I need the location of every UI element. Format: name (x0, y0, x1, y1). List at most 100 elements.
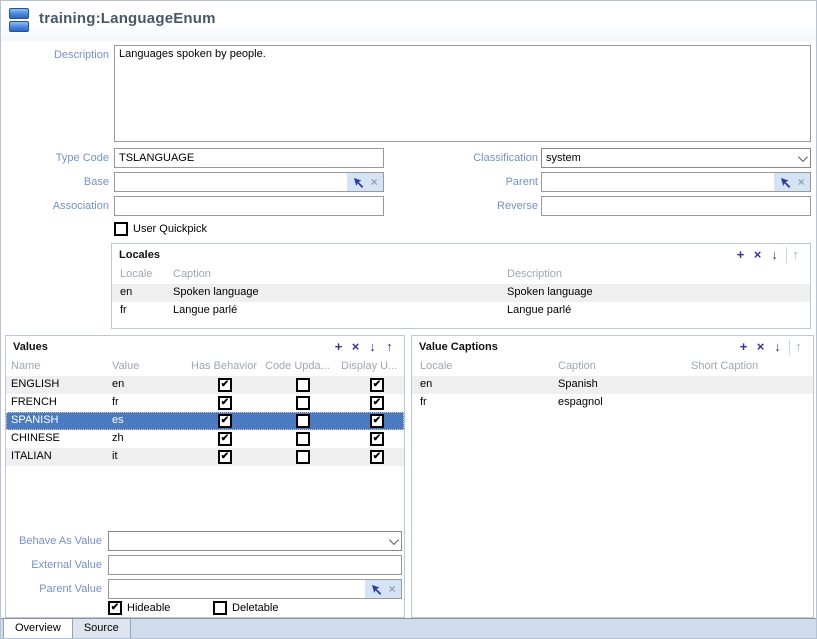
table-row[interactable]: ITALIANit✔✔ (6, 448, 404, 466)
display-update-checkbox[interactable]: ✔ (370, 396, 384, 410)
tab-source[interactable]: Source (73, 619, 131, 639)
parent-value-field[interactable]: × (108, 579, 402, 599)
column-header: Locale (120, 268, 152, 280)
parent-value-label: Parent Value (1, 579, 102, 599)
behave-as-value-select[interactable] (108, 531, 402, 551)
code-update-checkbox[interactable] (296, 378, 310, 392)
values-table: ENGLISHen✔✔FRENCHfr✔✔SPANISHes✔✔CHINESEz… (6, 376, 404, 466)
display-update-checkbox[interactable]: ✔ (370, 450, 384, 464)
move-up-icon[interactable]: ↑ (789, 339, 807, 355)
remove-icon[interactable]: × (749, 247, 766, 263)
external-value-label: External Value (1, 555, 102, 575)
type-code-field[interactable] (114, 148, 384, 168)
table-row[interactable]: FRENCHfr✔✔ (6, 394, 404, 412)
values-header: Name Value Has Behavior Code Upda... Dis… (6, 358, 404, 376)
has-behavior-checkbox[interactable]: ✔ (218, 378, 232, 392)
deletable-label: Deletable (232, 601, 278, 615)
pick-arrow-icon[interactable] (779, 176, 792, 189)
locales-header: Locale Caption Description (112, 266, 810, 284)
display-update-checkbox[interactable]: ✔ (370, 414, 384, 428)
values-toolbar: + × ↓ ↑ (330, 339, 398, 355)
has-behavior-checkbox[interactable]: ✔ (218, 450, 232, 464)
values-title: Values (13, 341, 48, 353)
table-row[interactable]: frespagnol (412, 394, 813, 412)
locales-title: Locales (119, 249, 160, 261)
caption-cell: Langue parlé (173, 304, 237, 316)
column-header: Short Caption (691, 360, 758, 372)
column-header: Name (11, 360, 40, 372)
code-update-checkbox[interactable] (296, 414, 310, 428)
value-captions-title: Value Captions (419, 341, 498, 353)
move-up-icon[interactable]: ↑ (381, 339, 398, 355)
move-up-icon[interactable]: ↑ (786, 247, 804, 263)
locale-cell: en (420, 378, 432, 390)
tab-overview[interactable]: Overview (3, 619, 73, 639)
table-row[interactable]: SPANISHes✔✔ (6, 412, 404, 430)
description-field[interactable]: Languages spoken by people. (114, 45, 811, 142)
reverse-label: Reverse (430, 196, 538, 216)
hideable-label: Hideable (127, 601, 170, 615)
code-update-checkbox[interactable] (296, 432, 310, 446)
table-row[interactable]: ENGLISHen✔✔ (6, 376, 404, 394)
clear-icon[interactable]: × (389, 583, 396, 595)
name-cell: FRENCH (11, 396, 57, 408)
table-row[interactable]: frLangue parléLangue parlé (112, 302, 810, 320)
remove-icon[interactable]: × (752, 339, 769, 355)
association-label: Association (1, 196, 109, 216)
table-row[interactable]: enSpoken languageSpoken language (112, 284, 810, 302)
association-field[interactable] (114, 196, 384, 216)
description-label: Description (1, 45, 109, 65)
locale-cell: fr (120, 304, 127, 316)
pick-arrow-icon[interactable] (370, 583, 383, 596)
editor-header: training:LanguageEnum (1, 1, 816, 41)
classification-select[interactable]: system (541, 148, 811, 168)
move-down-icon[interactable]: ↓ (769, 339, 786, 355)
column-header: Has Behavior (191, 360, 257, 372)
remove-icon[interactable]: × (347, 339, 364, 355)
locale-cell: en (120, 286, 132, 298)
base-field[interactable]: × (114, 172, 384, 192)
table-row[interactable]: CHINESEzh✔✔ (6, 430, 404, 448)
pick-arrow-icon[interactable] (352, 176, 365, 189)
display-update-checkbox[interactable]: ✔ (370, 432, 384, 446)
parent-value-input[interactable] (109, 580, 365, 598)
values-panel: Values + × ↓ ↑ Name Value Has Behavior C… (5, 335, 405, 618)
editor-tab-bar: Overview Source (1, 618, 816, 639)
chevron-down-icon[interactable] (792, 155, 810, 162)
code-update-checkbox[interactable] (296, 396, 310, 410)
parent-field[interactable]: × (541, 172, 811, 192)
type-code-label: Type Code (1, 148, 109, 168)
add-icon[interactable]: + (735, 339, 752, 355)
hideable-checkbox[interactable]: ✔ (108, 601, 122, 615)
user-quickpick-checkbox[interactable] (114, 222, 128, 236)
move-down-icon[interactable]: ↓ (766, 247, 783, 263)
move-down-icon[interactable]: ↓ (364, 339, 381, 355)
column-header: Description (507, 268, 562, 280)
column-header: Code Upda... (265, 360, 330, 372)
clear-icon[interactable]: × (798, 176, 805, 188)
table-row[interactable]: enSpanish (412, 376, 813, 394)
base-pick-buttons: × (347, 173, 383, 191)
chevron-down-icon[interactable] (383, 538, 401, 545)
code-update-checkbox[interactable] (296, 450, 310, 464)
clear-icon[interactable]: × (371, 176, 378, 188)
user-quickpick-label: User Quickpick (133, 222, 207, 236)
value-captions-header: Locale Caption Short Caption (412, 358, 813, 376)
parent-input[interactable] (542, 173, 774, 191)
has-behavior-checkbox[interactable]: ✔ (218, 396, 232, 410)
display-update-checkbox[interactable]: ✔ (370, 378, 384, 392)
has-behavior-checkbox[interactable]: ✔ (218, 414, 232, 428)
value-cell: es (112, 414, 124, 426)
has-behavior-checkbox[interactable]: ✔ (218, 432, 232, 446)
reverse-field[interactable] (541, 196, 811, 216)
classification-label: Classification (430, 148, 538, 168)
external-value-field[interactable] (108, 555, 402, 575)
add-icon[interactable]: + (330, 339, 347, 355)
base-input[interactable] (115, 173, 347, 191)
column-header: Display U... (341, 360, 397, 372)
add-icon[interactable]: + (732, 247, 749, 263)
column-header: Value (112, 360, 139, 372)
value-cell: it (112, 450, 118, 462)
locales-table: enSpoken languageSpoken language fr Langue… (112, 284, 810, 320)
deletable-checkbox[interactable] (213, 601, 227, 615)
